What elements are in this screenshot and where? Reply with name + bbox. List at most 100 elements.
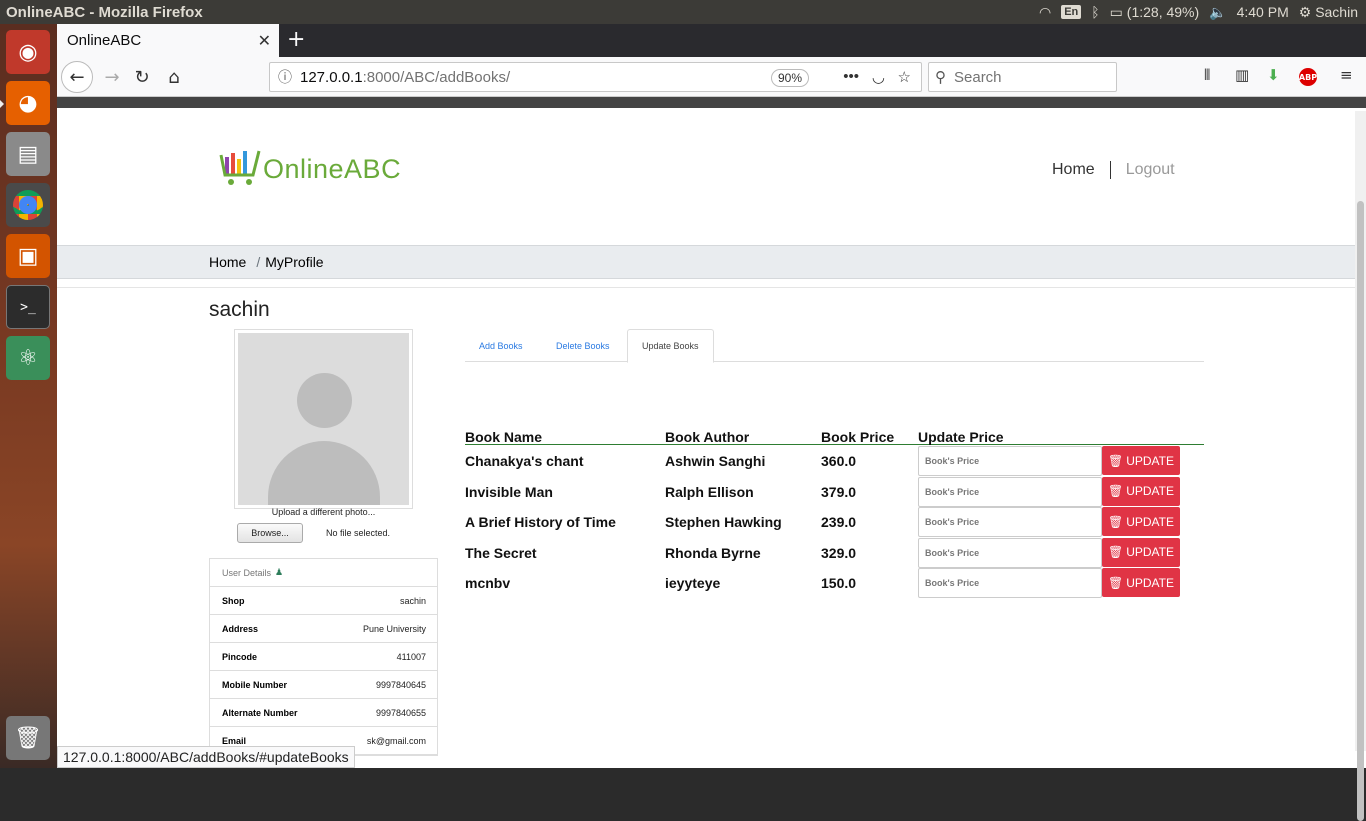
site-logo[interactable]: OnlineABC — [219, 149, 401, 189]
url-path: :8000/ABC/addBooks/ — [362, 68, 511, 86]
tab-strip: OnlineABC ✕ + — [57, 24, 1366, 57]
info-icon[interactable]: ⓘ — [270, 67, 300, 87]
browser-tab[interactable]: OnlineABC ✕ — [57, 24, 279, 57]
new-price-input[interactable] — [918, 507, 1102, 537]
update-button[interactable]: 🗑 UPDATE — [1102, 507, 1180, 536]
menu-icon[interactable]: ≡ — [1340, 66, 1353, 84]
forward-icon[interactable]: → — [97, 63, 127, 91]
update-button[interactable]: 🗑 UPDATE — [1102, 568, 1180, 597]
table-row: Chanakya's chant Ashwin Sanghi 360.0 🗑UPDAT… — [465, 445, 1204, 476]
detail-value: Pune University — [362, 623, 426, 634]
atom-icon[interactable]: ⚛ — [6, 336, 50, 380]
detail-key: Email — [222, 735, 247, 746]
detail-value: 411007 — [396, 651, 426, 662]
bluetooth-icon[interactable]: ᛒ — [1091, 4, 1099, 20]
search-icon: ⚲ — [935, 69, 946, 86]
book-author-cell: Ralph Ellison — [665, 483, 754, 500]
ubuntu-dash-icon[interactable]: ◉ — [6, 30, 50, 74]
library-icon[interactable]: ⫴ — [1204, 66, 1210, 84]
battery-text: (1:28, 49%) — [1126, 3, 1200, 20]
window-title: OnlineABC - Mozilla Firefox — [6, 3, 203, 21]
breadcrumb-home[interactable]: Home — [209, 254, 246, 270]
book-author-cell: Ashwin Sanghi — [665, 453, 766, 469]
update-button-label: UPDATE — [1126, 484, 1175, 498]
back-icon[interactable]: ← — [61, 61, 93, 93]
update-button[interactable]: 🗑 UPDATE — [1102, 537, 1180, 567]
book-price-cell: 329.0 — [821, 544, 857, 561]
system-tray: ◠ En ᛒ ▭ (1:28, 49%) 🔈 4:40 PM ⚙ Sachin — [1039, 0, 1358, 24]
update-button-label: UPDATE — [1126, 575, 1175, 590]
detail-row: Mobile Number 9997840645 — [210, 671, 437, 699]
nav-logout-link[interactable]: Logout — [1126, 161, 1175, 179]
browse-button[interactable]: Browse... — [237, 523, 303, 543]
header-book-price: Book Price — [821, 429, 895, 445]
zoom-indicator[interactable]: 90% — [770, 69, 809, 87]
search-placeholder: Search — [954, 68, 1002, 86]
tab-add-books[interactable]: Add Books — [465, 329, 537, 362]
file-status: No file selected. — [326, 528, 391, 538]
os-top-panel: OnlineABC - Mozilla Firefox ◠ En ᛒ ▭ (1:… — [0, 0, 1366, 24]
close-tab-icon[interactable]: ✕ — [258, 31, 271, 51]
detail-row: Shop sachin — [210, 587, 437, 615]
nav-home-link[interactable]: Home — [1052, 161, 1095, 179]
page-scrollbar[interactable] — [1355, 111, 1366, 821]
breadcrumb: Home / MyProfile — [57, 245, 1355, 279]
firefox-icon[interactable]: ◕ — [6, 81, 50, 125]
table-row: The Secret Rhonda Byrne 329.0 🗑UPDATE — [465, 537, 1204, 568]
book-author-cell: ieyyteye — [665, 575, 721, 591]
search-input[interactable]: ⚲ Search — [928, 62, 1117, 92]
session-menu[interactable]: ⚙ Sachin — [1299, 4, 1358, 21]
avatar-placeholder-icon — [238, 333, 409, 505]
trash-icon[interactable]: 🗑 — [6, 716, 50, 760]
site-brand: OnlineABC — [263, 153, 402, 184]
home-icon[interactable]: ⌂ — [159, 63, 189, 91]
detail-value: sachin — [399, 595, 426, 606]
files-icon[interactable]: ▤ — [6, 132, 50, 176]
chrome-icon[interactable] — [6, 183, 50, 227]
web-page: OnlineABC Home Logout Home / MyProfile s… — [57, 111, 1355, 768]
book-name-cell: Chanakya's chant — [465, 453, 584, 469]
volume-icon[interactable]: 🔈 — [1209, 4, 1226, 21]
clock[interactable]: 4:40 PM — [1237, 4, 1289, 20]
terminal-icon[interactable]: >_ — [6, 285, 50, 329]
scrollbar-thumb[interactable] — [1357, 201, 1364, 821]
detail-row: Address Pune University — [210, 615, 437, 643]
update-button[interactable]: 🗑 UPDATE — [1102, 446, 1180, 475]
session-user: Sachin — [1315, 3, 1358, 20]
main-nav: Home Logout — [1052, 161, 1175, 179]
breadcrumb-separator: / — [256, 254, 261, 270]
sidebar-icon[interactable]: ▥ — [1235, 66, 1249, 84]
book-author-cell: Rhonda Byrne — [665, 544, 761, 561]
update-button-label: UPDATE — [1126, 545, 1175, 559]
tab-update-books[interactable]: Update Books — [627, 329, 714, 363]
book-price-cell: 360.0 — [821, 453, 857, 469]
battery-icon: ▭ — [1109, 3, 1123, 20]
battery-indicator[interactable]: ▭ (1:28, 49%) — [1110, 4, 1200, 21]
keyboard-layout-indicator[interactable]: En — [1061, 5, 1082, 19]
bookmark-star-icon[interactable]: ☆ — [898, 68, 911, 86]
reload-icon[interactable]: ↻ — [127, 63, 157, 91]
divider — [57, 287, 1355, 288]
detail-key: Address — [222, 623, 259, 634]
pocket-icon[interactable]: ◡ — [872, 68, 885, 86]
url-host: 127.0.0.1 — [300, 68, 363, 86]
tab-delete-books[interactable]: Delete Books — [542, 329, 624, 362]
new-price-input[interactable] — [918, 446, 1102, 476]
url-bar[interactable]: ⓘ 127.0.0.1:8000/ABC/addBooks/ 90% ••• ◡… — [269, 62, 922, 92]
wifi-icon[interactable]: ◠ — [1039, 4, 1051, 21]
book-name-cell: Invisible Man — [465, 483, 553, 500]
software-center-icon[interactable]: ▣ — [6, 234, 50, 278]
update-button[interactable]: 🗑 UPDATE — [1102, 476, 1180, 506]
user-details-header: User Details ♟ — [210, 559, 437, 587]
new-price-input[interactable] — [918, 568, 1102, 598]
new-price-input[interactable] — [918, 476, 1102, 507]
new-price-input[interactable] — [918, 537, 1102, 568]
book-price-cell: 379.0 — [821, 483, 857, 500]
new-tab-icon[interactable]: + — [287, 27, 305, 52]
person-icon: ♟ — [275, 567, 284, 577]
page-actions-icon[interactable]: ••• — [843, 68, 859, 85]
download-extension-icon[interactable]: ⬇ — [1267, 66, 1280, 84]
adblock-icon[interactable]: ABP — [1299, 68, 1317, 86]
detail-row: Pincode 411007 — [210, 643, 437, 671]
trash-icon: 🗑 — [1107, 453, 1124, 468]
